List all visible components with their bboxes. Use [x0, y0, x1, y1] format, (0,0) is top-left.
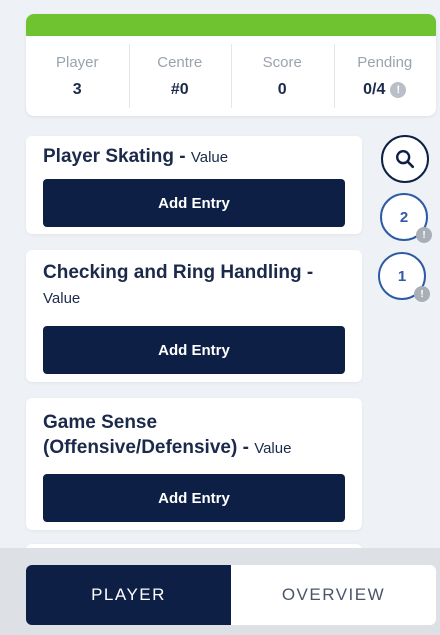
counter-value: 2: [399, 208, 409, 226]
add-entry-button[interactable]: Add Entry: [43, 474, 345, 522]
card-value-label: Value: [254, 440, 292, 457]
add-entry-button[interactable]: Add Entry: [43, 326, 345, 374]
stat-label: Pending: [357, 53, 413, 71]
stat-label: Player: [55, 53, 99, 71]
card-title-text: Checking and Ring Handling: [43, 262, 302, 283]
stat-pending: Pending 0/4 !: [333, 36, 437, 116]
stat-centre: Centre #0: [128, 36, 232, 116]
stat-value: 3: [73, 81, 82, 99]
stat-score-value: 0: [277, 80, 287, 98]
search-icon: [396, 150, 415, 169]
card-title-separator: -: [301, 262, 314, 283]
stat-pending-value: 0/4: [363, 80, 386, 98]
stats-row: Player 3 Centre #0 Score 0 Pending 0/4 !: [26, 36, 436, 116]
view-tabs: PLAYER OVERVIEW: [26, 565, 436, 625]
card-value-label: Value: [43, 290, 81, 307]
stats-card: Player 3 Centre #0 Score 0 Pending 0/4 !: [26, 14, 436, 116]
stat-centre-value: #0: [170, 80, 189, 98]
tab-overview[interactable]: OVERVIEW: [231, 565, 436, 625]
card-title: Player Skating - Value: [26, 136, 362, 170]
stat-label: Score: [262, 53, 302, 71]
card-title: Checking and Ring Handling - Value: [26, 250, 362, 311]
search-button[interactable]: [381, 135, 429, 183]
info-icon[interactable]: !: [390, 81, 407, 98]
card-title: Game Sense (Offensive/Defensive) - Value: [26, 398, 362, 461]
counter-button[interactable]: 2 !: [380, 193, 432, 243]
counter-value: 1: [397, 267, 407, 285]
add-entry-button[interactable]: Add Entry: [43, 179, 345, 227]
criteria-card-game-sense: Game Sense (Offensive/Defensive) - Value…: [26, 398, 362, 530]
criteria-card-skating: Player Skating - Value Add Entry: [26, 136, 362, 234]
alert-badge-icon: !: [414, 286, 430, 302]
stat-player: Player 3: [26, 36, 129, 116]
stat-player-value: 3: [72, 80, 82, 98]
stat-score: Score 0: [231, 36, 334, 116]
stat-value: 0: [278, 81, 287, 99]
counter-button[interactable]: 1 !: [378, 252, 430, 302]
card-title-text: Game Sense (Offensive/Defensive): [43, 412, 238, 458]
card-value-label: Value: [190, 149, 229, 166]
stat-value: 0/4 !: [363, 80, 407, 99]
stat-label: Centre: [157, 53, 203, 71]
card-title-separator: -: [237, 437, 255, 458]
stat-value: #0: [171, 81, 189, 99]
progress-bar: [26, 14, 436, 36]
card-title-separator: -: [173, 146, 191, 167]
criteria-card-checking: Checking and Ring Handling - Value Add E…: [26, 250, 362, 382]
tab-player[interactable]: PLAYER: [26, 565, 231, 625]
card-title-text: Player Skating: [43, 146, 174, 167]
alert-badge-icon: !: [416, 227, 432, 243]
